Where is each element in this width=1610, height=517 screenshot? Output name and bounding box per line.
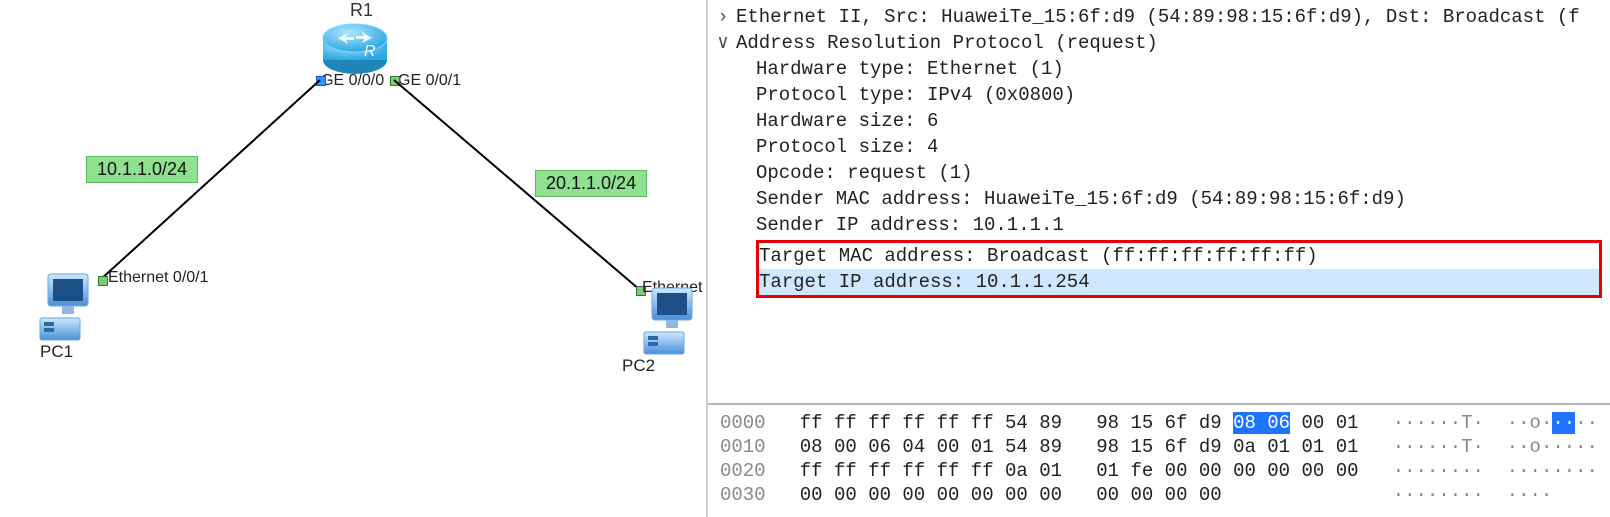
arp-hw-type[interactable]: Hardware type: Ethernet (1) xyxy=(708,56,1610,82)
hex-row-3[interactable]: 0030 00 00 00 00 00 00 00 00 00 00 00 00… xyxy=(708,483,1610,507)
hex-pane[interactable]: 0000 ff ff ff ff ff ff 54 89 98 15 6f d9… xyxy=(708,403,1610,517)
subnet-left: 10.1.1.0/24 xyxy=(86,156,198,183)
endpoint-pc1 xyxy=(98,276,108,286)
arp-target-ip[interactable]: Target IP address: 10.1.1.254 xyxy=(759,269,1599,295)
eth-summary-row[interactable]: ›Ethernet II, Src: HuaweiTe_15:6f:d9 (54… xyxy=(708,4,1610,30)
subnet-right: 20.1.1.0/24 xyxy=(535,170,647,197)
hex-row-2[interactable]: 0020 ff ff ff ff ff ff 0a 01 01 fe 00 00… xyxy=(708,459,1610,483)
pc2-label: PC2 xyxy=(622,356,655,376)
highlight-box: Target MAC address: Broadcast (ff:ff:ff:… xyxy=(756,240,1602,298)
arp-target-mac[interactable]: Target MAC address: Broadcast (ff:ff:ff:… xyxy=(759,243,1599,269)
pc2-icon[interactable] xyxy=(642,286,702,358)
pc1-label: PC1 xyxy=(40,342,73,362)
arp-summary-row[interactable]: ∨Address Resolution Protocol (request) xyxy=(708,30,1610,56)
collapse-icon[interactable]: ∨ xyxy=(716,30,730,56)
pc1-port: Ethernet 0/0/1 xyxy=(108,269,209,287)
arp-sender-mac[interactable]: Sender MAC address: HuaweiTe_15:6f:d9 (5… xyxy=(708,186,1610,212)
pc1-icon[interactable] xyxy=(38,272,98,344)
packet-details-pane: ›Ethernet II, Src: HuaweiTe_15:6f:d9 (54… xyxy=(708,0,1610,517)
arp-proto-size[interactable]: Protocol size: 4 xyxy=(708,134,1610,160)
arp-proto-type[interactable]: Protocol type: IPv4 (0x0800) xyxy=(708,82,1610,108)
hex-row-1[interactable]: 0010 08 00 06 04 00 01 54 89 98 15 6f d9… xyxy=(708,435,1610,459)
arp-hw-size[interactable]: Hardware size: 6 xyxy=(708,108,1610,134)
packet-tree[interactable]: ›Ethernet II, Src: HuaweiTe_15:6f:d9 (54… xyxy=(708,0,1610,403)
arp-opcode[interactable]: Opcode: request (1) xyxy=(708,160,1610,186)
hex-row-0[interactable]: 0000 ff ff ff ff ff ff 54 89 98 15 6f d9… xyxy=(708,411,1610,435)
topology-links xyxy=(0,0,708,517)
arp-sender-ip[interactable]: Sender IP address: 10.1.1.1 xyxy=(708,212,1610,238)
expand-icon[interactable]: › xyxy=(716,4,730,30)
topology-canvas[interactable]: R1 R GE 0/0/0 GE 0/ xyxy=(0,0,708,517)
